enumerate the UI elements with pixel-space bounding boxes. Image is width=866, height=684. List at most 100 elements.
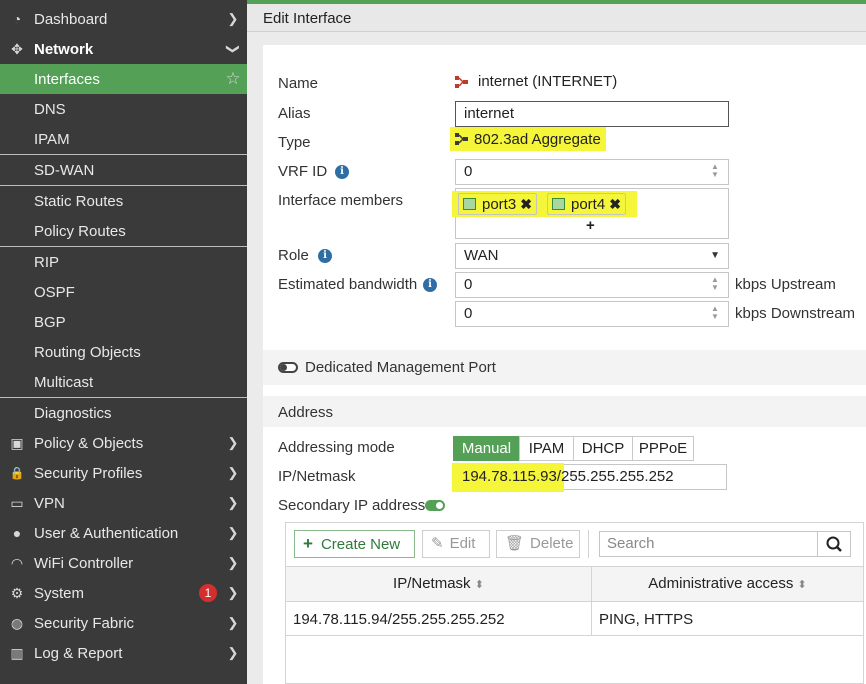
sort-icon: ⬍ — [474, 579, 484, 591]
sidebar-item-label: User & Authentication — [34, 524, 179, 542]
sidebar: ◔ Dashboard ❯ ✥ Network ❯ Interfaces ☆ D… — [0, 0, 247, 684]
sidebar-item-diagnostics[interactable]: Diagnostics — [0, 398, 247, 428]
downstream-input[interactable]: 0 ▲ ▼ — [455, 301, 729, 327]
sidebar-item-label: Network — [34, 40, 94, 58]
spinner-icon[interactable]: ▲ ▼ — [708, 163, 722, 181]
mode-ipam-button[interactable]: IPAM — [519, 436, 574, 461]
star-icon[interactable]: ☆ — [219, 69, 247, 89]
column-header-ip-netmask[interactable]: IP/Netmask ⬍ — [286, 575, 591, 592]
sidebar-item-security-profiles[interactable]: 🔒 Security Profiles ❯ — [0, 458, 247, 488]
role-value: WAN — [464, 247, 499, 264]
aggregate-icon — [455, 75, 468, 88]
add-member-icon[interactable]: + — [586, 217, 595, 234]
info-icon[interactable]: i — [335, 165, 349, 179]
sidebar-item-label: System — [34, 584, 85, 602]
estimated-bandwidth-label: Estimated bandwidth — [278, 276, 418, 293]
remove-icon[interactable]: ✖ — [520, 196, 532, 213]
alias-input[interactable]: internet — [455, 101, 729, 127]
downstream-value: 0 — [464, 305, 473, 322]
sidebar-item-dns[interactable]: DNS — [0, 94, 247, 124]
delete-label: Delete — [530, 535, 574, 552]
sidebar-item-label: Static Routes — [34, 192, 124, 210]
mode-dhcp-button[interactable]: DHCP — [573, 436, 633, 461]
name-value-row: internet (INTERNET) — [454, 73, 617, 90]
sidebar-item-vpn[interactable]: ▭ VPN ❯ — [0, 488, 247, 518]
sidebar-item-network[interactable]: ✥ Network ❯ — [0, 34, 247, 64]
upstream-value: 0 — [464, 276, 473, 293]
sidebar-item-security-fabric[interactable]: ◍ Security Fabric ❯ — [0, 608, 247, 638]
sidebar-item-label: Policy Routes — [34, 222, 126, 240]
member-chip-port3[interactable]: port3 ✖ — [458, 193, 537, 215]
sidebar-item-system[interactable]: ⚙ System 1 ❯ — [0, 578, 247, 608]
name-value: internet (INTERNET) — [478, 73, 618, 90]
search-icon — [826, 536, 842, 552]
remove-icon[interactable]: ✖ — [609, 196, 621, 213]
row-ip-netmask: 194.78.115.94/255.255.255.252 — [293, 611, 505, 628]
caret-down-icon: ▼ — [710, 250, 720, 261]
member-label: port4 — [571, 195, 606, 213]
role-select[interactable]: WAN ▼ — [455, 243, 729, 269]
policy-objects-icon: ▣ — [10, 434, 24, 451]
plus-icon: + — [303, 534, 313, 553]
aggregate-icon — [455, 133, 468, 145]
sidebar-item-label: Security Fabric — [34, 614, 135, 632]
search-input[interactable]: Search — [599, 531, 818, 557]
member-label: port3 — [482, 195, 517, 213]
chevron-right-icon: ❯ — [227, 645, 239, 660]
sidebar-item-multicast[interactable]: Multicast — [0, 367, 247, 397]
delete-button[interactable]: 🗑 Delete — [496, 530, 580, 558]
sidebar-item-ospf[interactable]: OSPF — [0, 277, 247, 307]
info-icon[interactable]: i — [318, 249, 332, 263]
sidebar-item-user-authentication[interactable]: ● User & Authentication ❯ — [0, 518, 247, 548]
dedicated-mgmt-label: Dedicated Management Port — [305, 359, 496, 376]
chevron-right-icon: ❯ — [227, 11, 239, 26]
search-button[interactable] — [817, 531, 851, 557]
bar-chart-icon: ▥ — [10, 644, 24, 661]
vrf-id-input[interactable]: 0 ▲ ▼ — [455, 159, 729, 185]
sidebar-item-dashboard[interactable]: ◔ Dashboard ❯ — [0, 4, 247, 34]
lock-icon: 🔒 — [9, 466, 25, 480]
member-chip-port4[interactable]: port4 ✖ — [547, 193, 626, 215]
column-header-admin-access[interactable]: Administrative access ⬍ — [592, 575, 863, 592]
sidebar-item-routing-objects[interactable]: Routing Objects — [0, 337, 247, 367]
edit-button[interactable]: ✎ Edit — [422, 530, 490, 558]
secondary-ip-label: Secondary IP address — [278, 497, 426, 514]
sidebar-item-ipam[interactable]: IPAM — [0, 124, 247, 154]
fabric-icon: ◍ — [10, 614, 24, 631]
spinner-icon[interactable]: ▲ ▼ — [708, 305, 722, 323]
toggle-knob — [436, 502, 443, 509]
mode-pppoe-button[interactable]: PPPoE — [632, 436, 694, 461]
type-label: Type — [278, 134, 311, 151]
sidebar-item-policy-routes[interactable]: Policy Routes — [0, 216, 247, 246]
sidebar-item-sd-wan[interactable]: SD-WAN — [0, 155, 247, 185]
spinner-icon[interactable]: ▲ ▼ — [708, 276, 722, 294]
info-icon[interactable]: i — [423, 278, 437, 292]
sidebar-item-wifi-controller[interactable]: ◠ WiFi Controller ❯ — [0, 548, 247, 578]
upstream-input[interactable]: 0 ▲ ▼ — [455, 272, 729, 298]
create-new-button[interactable]: + Create New — [294, 530, 415, 558]
sidebar-item-label: Policy & Objects — [34, 434, 144, 452]
sidebar-item-label: BGP — [34, 313, 66, 331]
dashboard-icon: ◔ — [12, 11, 22, 27]
type-value-row: 802.3ad Aggregate — [450, 127, 606, 151]
mode-manual-button[interactable]: Manual — [453, 436, 520, 461]
sidebar-item-rip[interactable]: RIP — [0, 247, 247, 277]
network-icon: ✥ — [11, 40, 23, 57]
chevron-right-icon: ❯ — [227, 435, 239, 450]
sidebar-item-label: SD-WAN — [34, 161, 95, 179]
ip-netmask-value: 194.78.115.93/255.255.255.252 — [462, 468, 674, 485]
dedicated-mgmt-toggle[interactable] — [278, 362, 298, 373]
secondary-ip-toggle[interactable] — [425, 500, 445, 511]
sidebar-item-static-routes[interactable]: Static Routes — [0, 186, 247, 216]
wifi-icon: ◠ — [10, 554, 24, 571]
downstream-unit: kbps Downstream — [735, 305, 856, 322]
sidebar-item-interfaces[interactable]: Interfaces ☆ — [0, 64, 247, 94]
sidebar-item-label: Diagnostics — [34, 404, 112, 422]
sidebar-item-bgp[interactable]: BGP — [0, 307, 247, 337]
name-label: Name — [278, 75, 319, 92]
trash-icon: 🗑 — [505, 535, 525, 552]
toolbar-divider — [588, 530, 589, 558]
sidebar-item-log-report[interactable]: ▥ Log & Report ❯ — [0, 638, 247, 668]
sidebar-item-policy-objects[interactable]: ▣ Policy & Objects ❯ — [0, 428, 247, 458]
sidebar-item-label: WiFi Controller — [34, 554, 134, 572]
